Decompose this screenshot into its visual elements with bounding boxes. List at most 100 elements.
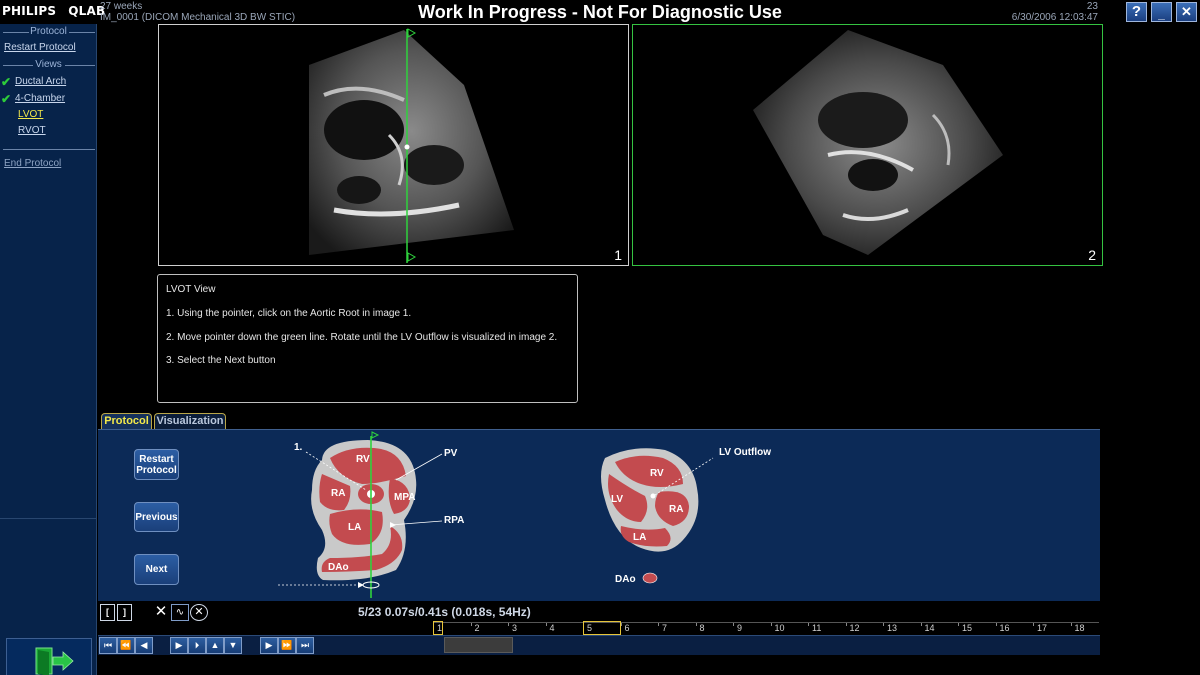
tick-separator — [658, 623, 659, 626]
title-bar: PHILIPS QLAB 27 weeks IM_0001 (DICOM Mech… — [0, 0, 1200, 24]
tick-separator — [770, 623, 772, 626]
image-viewport-1[interactable]: 1 — [158, 24, 629, 266]
label-dao: DAo — [328, 562, 349, 573]
minimize-button[interactable]: _ — [1151, 2, 1172, 22]
timeline-tick[interactable]: 8 — [700, 623, 705, 633]
protocol-sidebar: Protocol Restart Protocol Views ✔ Ductal… — [0, 24, 97, 675]
clear-icon[interactable]: ✕ — [152, 604, 170, 621]
help-button[interactable]: ? — [1126, 2, 1147, 22]
tick-separator — [808, 623, 809, 626]
tick-separator — [470, 623, 472, 626]
timeline-tick[interactable]: 4 — [550, 623, 555, 633]
tick-separator — [1033, 623, 1034, 626]
label-rpa: RPA — [444, 515, 464, 526]
frame-info: 5/23 0.07s/0.41s (0.018s, 54Hz) — [358, 605, 531, 619]
play-ecg-icon[interactable]: ⏵ — [188, 637, 206, 654]
label-la: LA — [633, 532, 646, 543]
tick-separator — [883, 623, 884, 626]
philips-logo: PHILIPS — [2, 4, 57, 18]
track-bar — [98, 635, 1100, 655]
timeline-tick[interactable]: 7 — [662, 623, 667, 633]
next-frame-icon[interactable]: ▶ — [260, 637, 278, 654]
label-dao: DAo — [615, 574, 636, 585]
tick-separator — [1070, 623, 1072, 626]
timeline-tick[interactable]: 13 — [887, 623, 897, 633]
timeline-tick[interactable]: 2 — [475, 623, 480, 633]
restart-protocol-button[interactable]: Restart Protocol — [134, 449, 179, 480]
tab-protocol[interactable]: Protocol — [101, 413, 152, 429]
tab-visualization[interactable]: Visualization — [154, 413, 226, 429]
bracket-right-icon[interactable]: ] — [117, 604, 132, 621]
datetime: 6/30/2006 12:03:47 — [1011, 12, 1098, 23]
timeline-tick[interactable]: 16 — [1000, 623, 1010, 633]
timeline-tick[interactable]: 6 — [625, 623, 630, 633]
timeline-tick[interactable]: 3 — [512, 623, 517, 633]
timeline-tick[interactable]: 15 — [962, 623, 972, 633]
instruction-step: 3. Select the Next button — [166, 355, 276, 366]
tick-separator — [695, 623, 697, 626]
instructions-box: LVOT View 1. Using the pointer, click on… — [157, 274, 578, 403]
check-icon: ✔ — [1, 75, 12, 89]
view-rvot[interactable]: RVOT — [18, 125, 46, 136]
protocol-section-title: Protocol — [30, 26, 67, 37]
timeline-tick[interactable]: 14 — [925, 623, 935, 633]
tick-separator — [545, 623, 547, 626]
label-ra: RA — [669, 504, 683, 515]
label-ra: RA — [331, 488, 345, 499]
last-frame-icon[interactable]: ⏭ — [296, 637, 314, 654]
tick-separator — [920, 623, 922, 626]
timeline[interactable]: 1 2 3 4 5 6 7 8 9 10 11 12 13 14 15 16 17 18 — [433, 622, 1099, 634]
end-protocol-link[interactable]: End Protocol — [4, 158, 61, 169]
previous-button[interactable]: Previous — [134, 502, 179, 532]
highlighted-frame-marker[interactable] — [433, 621, 443, 635]
exit-door-icon — [35, 647, 74, 675]
view-4-chamber[interactable]: 4-Chamber — [15, 93, 65, 104]
timeline-tick[interactable]: 11 — [812, 623, 821, 633]
timeline-tick[interactable]: 10 — [775, 623, 785, 633]
divider — [0, 518, 97, 519]
step-1-label: 1. — [294, 442, 303, 453]
tick-separator — [733, 623, 734, 626]
qlab-window: PHILIPS QLAB 27 weeks IM_0001 (DICOM Mech… — [0, 0, 1200, 675]
bracket-left-icon[interactable]: [ — [100, 604, 115, 621]
play-icon[interactable]: ▶ — [170, 637, 188, 654]
view-ductal-arch[interactable]: Ductal Arch — [15, 76, 66, 87]
speed-down-icon[interactable]: ▼ — [224, 637, 242, 654]
tick-separator — [958, 623, 959, 626]
next-button[interactable]: Next — [134, 554, 179, 585]
first-frame-icon[interactable]: ⏮ — [99, 637, 117, 654]
heart-diagram-lv-outflow: RV LV RA LA LV Outflow DAo — [601, 447, 771, 585]
viewport-label: 2 — [1088, 247, 1096, 263]
instructions-title: LVOT View — [166, 284, 216, 295]
label-rv: RV — [356, 454, 370, 465]
exam-id: IM_0001 (DICOM Mechanical 3D BW STIC) — [100, 12, 296, 23]
image-viewport-2[interactable]: 2 — [632, 24, 1103, 266]
prev-frame-icon[interactable]: ◀ — [135, 637, 153, 654]
speed-up-icon[interactable]: ▲ — [206, 637, 224, 654]
instruction-step: 1. Using the pointer, click on the Aorti… — [166, 308, 412, 319]
timeline-tick[interactable]: 9 — [737, 623, 742, 633]
step-forward-icon[interactable]: ⏩ — [278, 637, 296, 654]
restart-protocol-link[interactable]: Restart Protocol — [4, 42, 76, 53]
close-button[interactable]: ✕ — [1176, 2, 1197, 22]
heart-diagram-lvot: RV RA MPA LA DAo 1. PV RPA 2. — [278, 431, 464, 598]
timeline-tick[interactable]: 18 — [1075, 623, 1085, 633]
protocol-panel: Restart Protocol Previous Next RV RA MPA… — [98, 429, 1100, 601]
status-band — [98, 655, 1100, 675]
highlighted-frame-marker[interactable] — [583, 621, 621, 635]
timeline-tick[interactable]: 17 — [1037, 623, 1047, 633]
playback-bar: [ ] ✕ ∿ ✕ 5/23 0.07s/0.41s (0.018s, 54Hz… — [98, 601, 1100, 675]
tick-separator — [845, 623, 847, 626]
exam-weeks: 27 weeks — [100, 1, 143, 12]
exit-button[interactable] — [6, 638, 92, 675]
view-lvot[interactable]: LVOT — [18, 109, 43, 120]
cancel-circle-icon[interactable]: ✕ — [190, 604, 208, 621]
divider — [3, 149, 95, 150]
timeline-tick[interactable]: 12 — [850, 623, 860, 633]
label-rv: RV — [650, 468, 664, 479]
ecg-icon[interactable]: ∿ — [171, 604, 189, 621]
step-back-icon[interactable]: ⏪ — [117, 637, 135, 654]
tick-separator — [508, 623, 509, 626]
ultrasound-image-2 — [753, 30, 1003, 255]
scroll-thumb[interactable] — [444, 637, 513, 653]
